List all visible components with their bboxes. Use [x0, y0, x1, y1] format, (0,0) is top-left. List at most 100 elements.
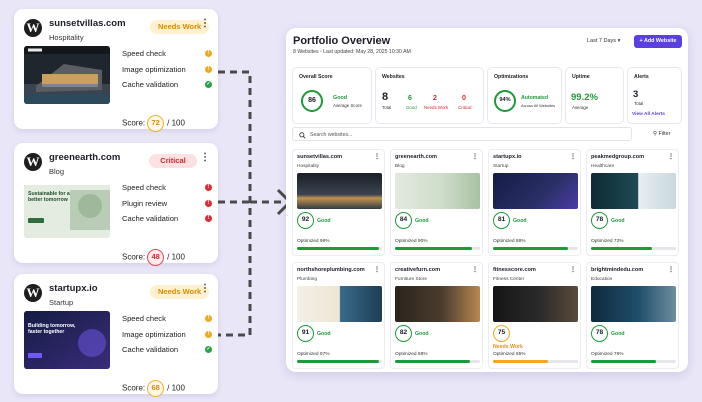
- check-item: Cache validation!: [122, 214, 214, 230]
- more-menu-icon[interactable]: ⋮: [200, 152, 210, 163]
- optimization-progress: [591, 360, 676, 363]
- view-all-alerts-link[interactable]: View All Alerts: [632, 112, 665, 117]
- website-category: Plumbing: [297, 277, 317, 282]
- site-thumbnail: Sustainable for a better tomorrow: [24, 180, 110, 238]
- check-icon: ✓: [205, 346, 212, 353]
- website-category: Fitness Center: [493, 277, 525, 282]
- check-item: Image optimization!: [122, 330, 214, 346]
- website-card[interactable]: peakmedgroup.com Healthcare ⋮ 78 Good Op…: [586, 149, 679, 256]
- more-menu-icon[interactable]: ⋮: [200, 18, 210, 29]
- search-icon: [299, 131, 306, 139]
- optimization-progress: [395, 360, 480, 363]
- optimizations-ring: 94%: [494, 90, 516, 112]
- website-domain: sunsetvillas.com: [297, 154, 343, 160]
- website-optimized: Optimized 88%: [493, 239, 526, 244]
- chevron-down-icon: ▾: [617, 38, 621, 44]
- website-thumbnail: [591, 173, 676, 209]
- website-card[interactable]: fitnesscore.com Fitness Center ⋮ 75 Need…: [488, 262, 581, 369]
- filter-icon: ⚲: [653, 131, 657, 137]
- optimization-progress: [591, 247, 676, 250]
- more-menu-icon[interactable]: ⋮: [472, 266, 478, 273]
- more-menu-icon[interactable]: ⋮: [668, 266, 674, 273]
- score-ring: 84: [395, 212, 412, 229]
- website-status: Good: [317, 218, 331, 224]
- website-category: Startup: [493, 164, 509, 169]
- more-menu-icon[interactable]: ⋮: [200, 283, 210, 294]
- site-domain: greenearth.com: [49, 152, 121, 163]
- score-ring: 75: [493, 325, 510, 342]
- more-menu-icon[interactable]: ⋮: [570, 153, 576, 160]
- website-category: Hospitality: [297, 164, 320, 169]
- site-card-sunsetvillas[interactable]: W sunsetvillas.com Hospitality Needs Wor…: [14, 9, 218, 132]
- status-badge: Critical: [149, 154, 197, 168]
- site-category: Hospitality: [49, 33, 84, 42]
- overall-score-ring: 86: [301, 90, 323, 112]
- page-title: Portfolio Overview: [293, 35, 391, 47]
- website-status: Good: [317, 331, 331, 337]
- score-ring: 91: [297, 325, 314, 342]
- more-menu-icon[interactable]: ⋮: [668, 153, 674, 160]
- more-menu-icon[interactable]: ⋮: [570, 266, 576, 273]
- website-domain: greenearth.com: [395, 154, 437, 160]
- website-thumbnail: [591, 286, 676, 322]
- more-menu-icon[interactable]: ⋮: [374, 266, 380, 273]
- website-thumbnail: [297, 173, 382, 209]
- stat-alerts: Alerts 3 Total View All Alerts: [627, 67, 682, 124]
- website-optimized: Optimized 65%: [493, 352, 526, 357]
- website-domain: creativefurn.com: [395, 267, 441, 273]
- site-thumbnail: Building tomorrow, faster together: [24, 311, 110, 369]
- website-status: Good: [611, 218, 625, 224]
- score-ring: 92: [297, 212, 314, 229]
- site-score: Score: 48/ 100: [122, 249, 185, 266]
- website-status: Good: [415, 218, 429, 224]
- filter-button[interactable]: ⚲ Filter: [653, 131, 670, 137]
- website-optimized: Optimized 90%: [395, 239, 428, 244]
- site-card-greenearth[interactable]: W greenearth.com Blog Critical ⋮ Sustain…: [14, 143, 218, 266]
- wordpress-icon: W: [24, 19, 42, 37]
- website-card[interactable]: creativefurn.com Furniture Store ⋮ 82 Go…: [390, 262, 483, 369]
- add-website-button[interactable]: + Add Website: [634, 35, 682, 48]
- check-item: Plugin review!: [122, 199, 214, 215]
- website-optimized: Optimized 97%: [297, 352, 330, 357]
- site-card-startupx[interactable]: W startupx.io Startup Needs Work ⋮ Build…: [14, 274, 218, 397]
- website-card[interactable]: startupx.io Startup ⋮ 81 Good Optimized …: [488, 149, 581, 256]
- check-item: Cache validation ✓: [122, 80, 212, 89]
- portfolio-dashboard: Portfolio Overview 8 Websites - Last upd…: [286, 28, 688, 372]
- website-status: Good: [611, 331, 625, 337]
- more-menu-icon[interactable]: ⋮: [374, 153, 380, 160]
- website-card[interactable]: sunsetvillas.com Hospitality ⋮ 92 Good O…: [292, 149, 385, 256]
- warning-icon: !: [205, 50, 212, 57]
- website-card[interactable]: northshoreplumbing.com Plumbing ⋮ 91 Goo…: [292, 262, 385, 369]
- website-status: Needs Work: [493, 344, 523, 350]
- website-category: Blog: [395, 164, 405, 169]
- search-input[interactable]: Search websites...: [292, 127, 632, 141]
- website-optimized: Optimized 96%: [297, 239, 330, 244]
- site-category: Startup: [49, 298, 74, 307]
- website-card[interactable]: greenearth.com Blog ⋮ 84 Good Optimized …: [390, 149, 483, 256]
- site-score: Score: 68/ 100: [122, 380, 185, 397]
- website-domain: brightmindedu.com: [591, 267, 644, 273]
- website-thumbnail: [395, 286, 480, 322]
- site-thumbnail: [24, 46, 110, 104]
- score-ring: 68: [147, 380, 165, 397]
- website-optimized: Optimized 76%: [591, 352, 624, 357]
- check-item: Speed check!: [122, 49, 214, 65]
- website-domain: northshoreplumbing.com: [297, 267, 365, 273]
- website-status: Good: [513, 218, 527, 224]
- website-domain: fitnesscore.com: [493, 267, 536, 273]
- website-thumbnail: [493, 286, 578, 322]
- website-card[interactable]: brightmindedu.com Education ⋮ 78 Good Op…: [586, 262, 679, 369]
- website-category: Education: [591, 277, 613, 282]
- score-ring: 81: [493, 212, 510, 229]
- optimization-progress: [297, 360, 382, 363]
- website-domain: peakmedgroup.com: [591, 154, 645, 160]
- site-score: Score: 72/ 100: [122, 115, 185, 132]
- website-optimized: Optimized 72%: [591, 239, 624, 244]
- check-item: Cache validation ✓: [122, 345, 212, 354]
- more-menu-icon[interactable]: ⋮: [472, 153, 478, 160]
- thumbnail-headline: Sustainable for a better tomorrow: [28, 191, 70, 203]
- warning-icon: !: [205, 330, 212, 338]
- score-ring: 78: [591, 212, 608, 229]
- date-range-select[interactable]: Last 7 Days ▾: [587, 38, 620, 44]
- website-category: Furniture Store: [395, 277, 427, 282]
